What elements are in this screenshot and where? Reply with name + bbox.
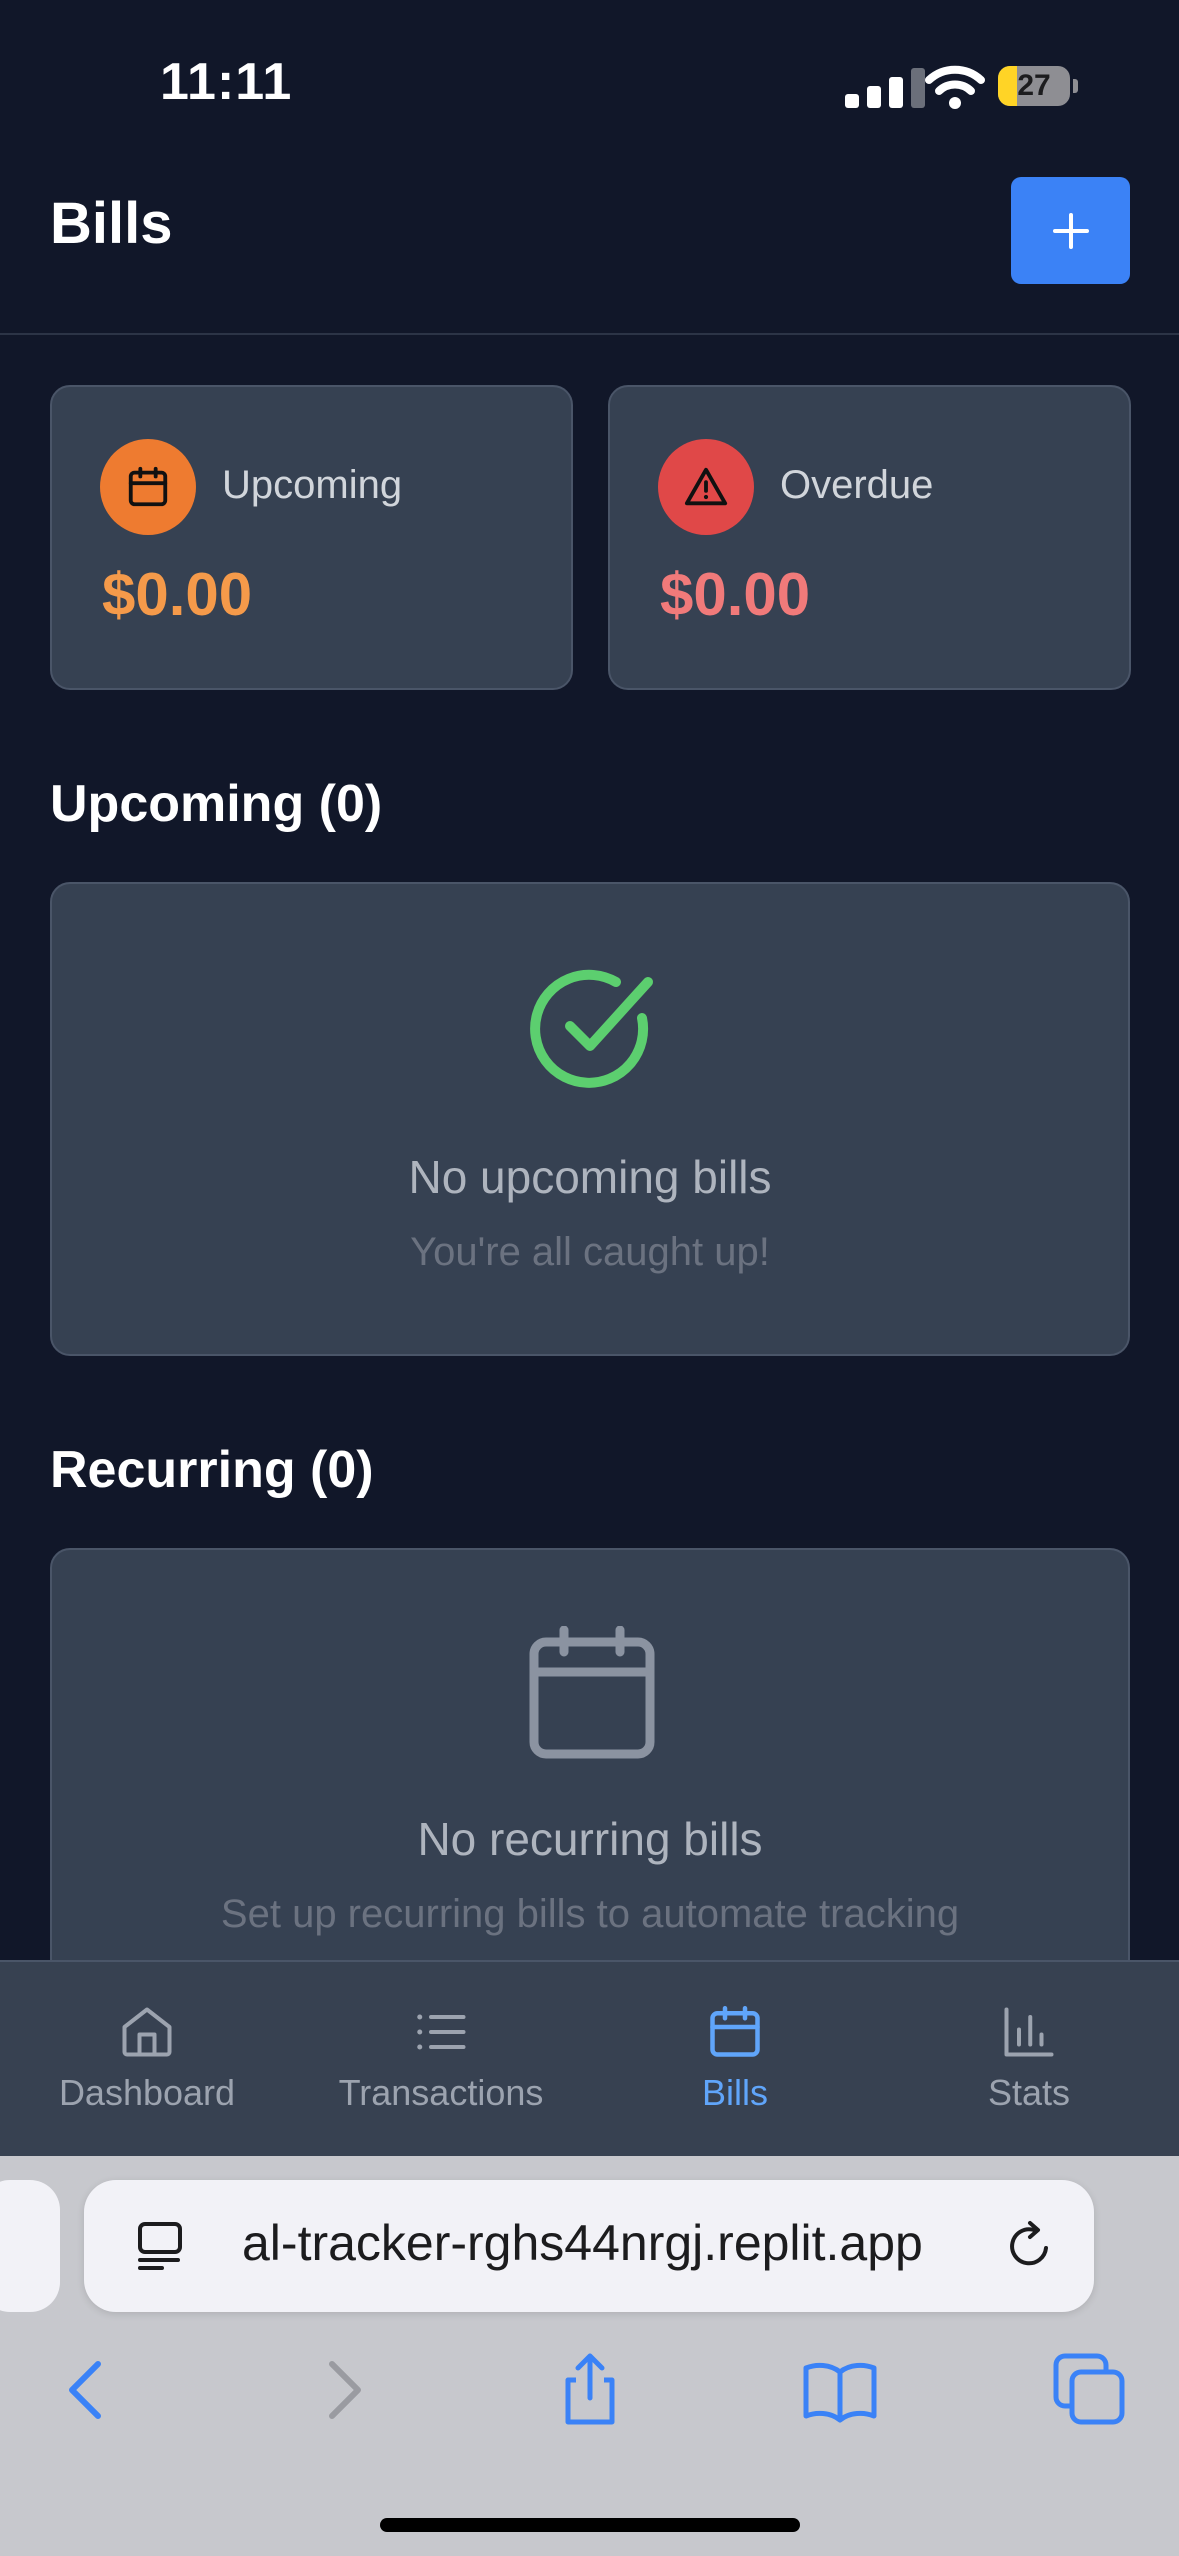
tab-dashboard[interactable]: Dashboard [0,1962,294,2158]
tab-bills[interactable]: Bills [588,1962,882,2158]
tab-label-bills: Bills [701,2072,768,2113]
plus-icon [1052,212,1089,249]
page-title: Bills [50,191,173,256]
bottom-tab-bar: Dashboard Transactions Bills Stats [0,1960,1179,2156]
list-icon [417,2014,466,2050]
tab-label-transactions: Transactions [338,2072,544,2113]
upcoming-empty-state: No upcoming bills You're all caught up! [50,882,1130,1356]
check-circle-icon [530,969,653,1088]
cellular-signal-icon [845,68,925,108]
wifi-icon [925,65,985,109]
bar-chart-icon [1004,2007,1054,2057]
calendar-icon [128,466,168,507]
previous-tab-preview[interactable] [0,2180,60,2312]
upcoming-summary-label: Upcoming [222,463,403,507]
tabs-icon[interactable] [1050,2350,1130,2430]
tab-stats[interactable]: Stats [882,1962,1176,2158]
status-time: 11:11 [160,53,293,111]
tab-label-stats: Stats [987,2072,1071,2113]
back-icon[interactable] [48,2350,128,2430]
recurring-empty-state: No recurring bills Set up recurring bill… [50,1548,1130,2008]
upcoming-summary-card: Upcoming $0.00 [50,385,573,690]
upcoming-icon-badge [100,439,196,535]
home-indicator [380,2518,800,2532]
forward-icon[interactable] [302,2350,382,2430]
reload-icon[interactable] [1002,2218,1058,2274]
page-format-icon[interactable] [132,2216,192,2276]
add-bill-button[interactable] [1011,177,1130,284]
tab-transactions[interactable]: Transactions [294,1962,588,2158]
share-icon[interactable] [550,2350,630,2430]
calendar-icon [710,2006,760,2057]
address-bar[interactable]: al-tracker-rghs44nrgj.replit.app [84,2180,1094,2312]
overdue-summary-amount: $0.00 [660,561,811,628]
tab-label-dashboard: Dashboard [58,2072,236,2113]
recurring-empty-subtitle: Set up recurring bills to automate track… [220,1892,960,1936]
upcoming-empty-subtitle: You're all caught up! [410,1230,770,1274]
upcoming-section-heading: Upcoming (0) [50,775,383,833]
battery-indicator: 27 [998,66,1078,106]
recurring-empty-title: No recurring bills [417,1813,763,1865]
url-text: al-tracker-rghs44nrgj.replit.app [242,2215,923,2271]
bookmarks-icon[interactable] [800,2350,880,2430]
calendar-icon [529,1626,655,1759]
overdue-icon-badge [658,439,754,535]
recurring-section-heading: Recurring (0) [50,1441,374,1499]
battery-level: 27 [1017,69,1051,102]
overdue-summary-label: Overdue [780,463,934,507]
upcoming-summary-amount: $0.00 [102,561,253,628]
warning-triangle-icon [684,467,728,506]
upcoming-empty-title: No upcoming bills [408,1151,772,1203]
home-icon [122,2007,172,2057]
overdue-summary-card: Overdue $0.00 [608,385,1131,690]
header-divider [0,333,1179,335]
